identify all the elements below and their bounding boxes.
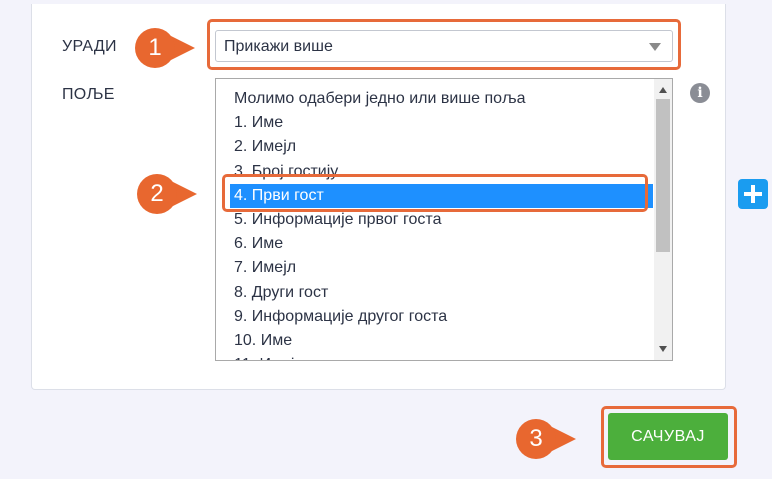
field-option[interactable]: 7. Имејл (216, 256, 653, 280)
scroll-down-arrow-icon[interactable] (659, 346, 667, 352)
field-option[interactable]: 6. Име (216, 232, 653, 256)
field-option[interactable]: 10. Име (216, 329, 653, 353)
field-option[interactable]: 11. Имејл (216, 353, 653, 360)
badge-number: 2 (137, 174, 177, 214)
scrollbar-thumb[interactable] (656, 99, 670, 252)
field-options: Молимо одабери једно или више поља 1. Име… (216, 87, 653, 360)
action-select-value: Прикажи више (224, 38, 333, 55)
field-listbox[interactable]: Молимо одабери једно или више поља 1. Име… (215, 78, 673, 361)
field-option[interactable]: 2. Имејл (216, 135, 653, 159)
field-option[interactable]: 4. Први гост (230, 183, 653, 208)
annotation-badge-1: 1 (135, 28, 203, 68)
chevron-down-icon[interactable] (649, 43, 661, 51)
field-option[interactable]: 1. Име (216, 111, 653, 135)
field-option[interactable]: 8. Други гост (216, 281, 653, 305)
annotation-badge-3: 3 (516, 419, 584, 459)
save-button[interactable]: САЧУВАЈ (608, 413, 728, 460)
info-icon[interactable]: i (690, 83, 710, 103)
field-label: ПОЉЕ (62, 86, 115, 103)
scroll-up-arrow-icon[interactable] (659, 87, 667, 93)
listbox-scrollbar[interactable] (654, 79, 672, 360)
badge-number: 3 (516, 419, 556, 459)
field-option[interactable]: 9. Информације другог госта (216, 305, 653, 329)
annotation-badge-2: 2 (137, 174, 205, 214)
action-select[interactable]: Прикажи више (215, 30, 673, 62)
field-option[interactable]: 5. Информације првог госта (216, 208, 653, 232)
placeholder-option[interactable]: Молимо одабери једно или више поља (216, 87, 653, 111)
add-condition-plus-icon[interactable] (738, 179, 768, 209)
badge-number: 1 (135, 28, 175, 68)
field-option[interactable]: 3. Број гостију (216, 160, 653, 184)
action-label: УРАДИ (62, 38, 117, 55)
